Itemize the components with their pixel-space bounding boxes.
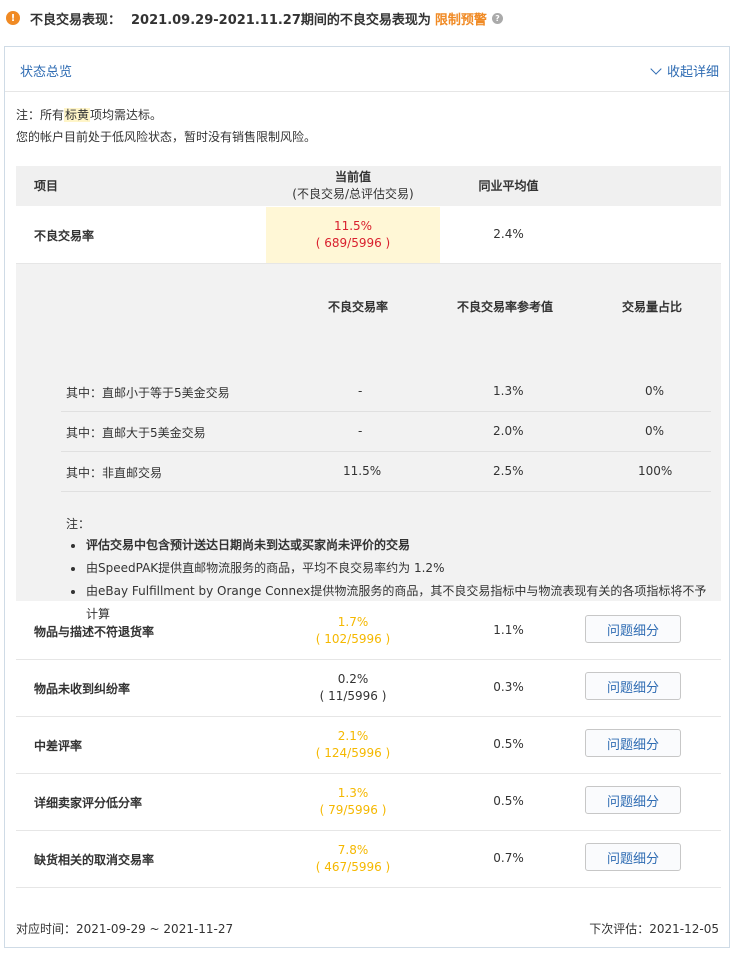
breakdown-header-share: 交易量占比 bbox=[622, 300, 683, 314]
breakdown-ref: 2.5% bbox=[493, 464, 524, 478]
breakdown-share: 0% bbox=[645, 384, 665, 398]
breakdown-label: 其中：非直邮交易 bbox=[66, 466, 163, 480]
metric-row-snad-return: 物品与描述不符退货率 1.7% ( 102/5996 ) 1.1% 问题细分 bbox=[16, 602, 721, 660]
metric-current: 1.3% ( 79/5996 ) bbox=[266, 773, 440, 830]
breakdown-header-ref: 不良交易率参考值 bbox=[457, 300, 554, 314]
breakdown-share: 0% bbox=[645, 424, 665, 438]
metric-rate: 2.1% bbox=[337, 728, 369, 743]
breakdown-ref: 2.0% bbox=[493, 424, 524, 438]
header-current-label: 当前值 bbox=[334, 170, 371, 184]
metric-rate: 7.8% bbox=[337, 842, 369, 857]
requirements-note: 注：所有标黄项均需达标。 您的帐户目前处于低风险状态，暂时没有销售限制风险。 bbox=[16, 104, 316, 148]
breakdown-share: 100% bbox=[638, 464, 673, 478]
metric-row-low-dsr: 详细卖家评分低分率 1.3% ( 79/5996 ) 0.5% 问题细分 bbox=[16, 773, 721, 831]
metric-label: 缺货相关的取消交易率 bbox=[34, 853, 155, 867]
breakdown-header-rate: 不良交易率 bbox=[328, 300, 389, 314]
breakdown-row: 其中：直邮大于5美金交易 - 2.0% 0% bbox=[61, 411, 711, 452]
collapse-details-toggle[interactable]: 收起详细 bbox=[650, 61, 719, 80]
metric-peer-average: 0.5% bbox=[493, 737, 524, 751]
metric-label: 物品与描述不符退货率 bbox=[34, 625, 155, 639]
peer-average: 2.4% bbox=[493, 227, 524, 241]
current-rate: 11.5% bbox=[333, 219, 373, 233]
metric-label: 详细卖家评分低分率 bbox=[34, 796, 143, 810]
status-period-text: 2021.09.29-2021.11.27期间的不良交易表现为 bbox=[131, 12, 431, 28]
breakdown-ref: 1.3% bbox=[493, 384, 524, 398]
note-suffix: 项均需达标。 bbox=[90, 108, 163, 122]
note-line-1: 注：所有标黄项均需达标。 bbox=[16, 104, 316, 126]
header-item: 项目 bbox=[34, 179, 59, 193]
metric-rate: 0.2% bbox=[337, 671, 369, 686]
status-label: 不良交易表现： bbox=[30, 12, 122, 28]
breakdown-rate: 11.5% bbox=[343, 464, 382, 478]
collapse-label: 收起详细 bbox=[666, 65, 719, 80]
next-evaluation-date: 下次评估：2021-12-05 bbox=[589, 922, 719, 936]
current-ratio: ( 689/5996 ) bbox=[315, 236, 391, 250]
header-current: 当前值 (不良交易/总评估交易) bbox=[266, 169, 440, 203]
breakdown-row: 其中：直邮小于等于5美金交易 - 1.3% 0% bbox=[61, 371, 711, 412]
breakdown-label: 其中：直邮大于5美金交易 bbox=[66, 426, 206, 440]
metric-rate: 1.3% bbox=[337, 785, 369, 800]
metric-row-inr-dispute: 物品未收到纠纷率 0.2% ( 11/5996 ) 0.3% 问题细分 bbox=[16, 659, 721, 717]
note-prefix: 注：所有 bbox=[16, 108, 65, 122]
breakdown-row: 其中：非直邮交易 11.5% 2.5% 100% bbox=[61, 451, 711, 492]
note-item: 由SpeedPAK提供直邮物流服务的商品，平均不良交易率约为 1.2% bbox=[66, 557, 716, 580]
help-icon[interactable]: ? bbox=[491, 12, 503, 24]
metric-label: 中差评率 bbox=[34, 739, 83, 753]
metric-current: 0.2% ( 11/5996 ) bbox=[266, 659, 440, 716]
breakdown-rate: - bbox=[358, 384, 363, 398]
current-value: 11.5% ( 689/5996 ) bbox=[266, 207, 440, 263]
metric-current: 1.7% ( 102/5996 ) bbox=[266, 602, 440, 659]
issue-breakdown-button[interactable]: 问题细分 bbox=[585, 729, 681, 757]
panel-title: 状态总览 bbox=[20, 65, 73, 80]
risk-status-text: 您的帐户目前处于低风险状态，暂时没有销售限制风险。 bbox=[16, 130, 317, 144]
note-item: 评估交易中包含预计送达日期尚未到达或买家尚未评价的交易 bbox=[66, 534, 716, 557]
metric-peer-average: 1.1% bbox=[493, 623, 524, 637]
warning-icon: ! bbox=[6, 11, 20, 25]
issue-breakdown-button[interactable]: 问题细分 bbox=[585, 786, 681, 814]
metric-ratio: ( 102/5996 ) bbox=[315, 631, 391, 646]
metric-current: 2.1% ( 124/5996 ) bbox=[266, 716, 440, 773]
metric-peer-average: 0.3% bbox=[493, 680, 524, 694]
header-current-sub: (不良交易/总评估交易) bbox=[292, 187, 414, 201]
metric-row-negative-feedback: 中差评率 2.1% ( 124/5996 ) 0.5% 问题细分 bbox=[16, 716, 721, 774]
defect-rate-row: 不良交易率 11.5% ( 689/5996 ) 2.4% bbox=[16, 207, 721, 264]
metric-row-stockout-cancel: 缺货相关的取消交易率 7.8% ( 467/5996 ) 0.7% 问题细分 bbox=[16, 830, 721, 888]
metric-peer-average: 0.5% bbox=[493, 794, 524, 808]
breakdown-rate: - bbox=[358, 424, 363, 438]
status-value: 限制预警 bbox=[434, 12, 487, 28]
status-summary-line: ! 不良交易表现： 2021.09.29-2021.11.27期间的不良交易表现… bbox=[6, 8, 503, 28]
metric-ratio: ( 467/5996 ) bbox=[315, 859, 391, 874]
highlight-label: 标黄 bbox=[64, 108, 91, 122]
metric-rate: 1.7% bbox=[337, 614, 369, 629]
metric-label: 物品未收到纠纷率 bbox=[34, 682, 131, 696]
metric-current: 7.8% ( 467/5996 ) bbox=[266, 830, 440, 887]
issue-breakdown-button[interactable]: 问题细分 bbox=[585, 672, 681, 700]
metrics-table-header: 项目 当前值 (不良交易/总评估交易) 同业平均值 bbox=[16, 166, 721, 206]
defect-breakdown: 不良交易率 不良交易率参考值 交易量占比 其中：直邮小于等于5美金交易 - 1.… bbox=[16, 264, 721, 621]
breakdown-note-title: 注： bbox=[66, 517, 91, 531]
issue-breakdown-button[interactable]: 问题细分 bbox=[585, 615, 681, 643]
row-label: 不良交易率 bbox=[34, 229, 95, 243]
panel-header: 状态总览 收起详细 bbox=[5, 47, 729, 92]
header-avg: 同业平均值 bbox=[478, 179, 539, 193]
breakdown-label: 其中：直邮小于等于5美金交易 bbox=[66, 386, 230, 400]
evaluation-period: 对应时间：2021-09-29 ~ 2021-11-27 bbox=[16, 922, 234, 936]
status-overview-panel: 状态总览 收起详细 注：所有标黄项均需达标。 您的帐户目前处于低风险状态，暂时没… bbox=[4, 46, 730, 948]
metric-ratio: ( 11/5996 ) bbox=[319, 688, 387, 703]
metric-peer-average: 0.7% bbox=[493, 851, 524, 865]
metric-ratio: ( 79/5996 ) bbox=[319, 802, 387, 817]
metric-ratio: ( 124/5996 ) bbox=[315, 745, 391, 760]
chevron-up-icon bbox=[650, 62, 662, 75]
issue-breakdown-button[interactable]: 问题细分 bbox=[585, 843, 681, 871]
